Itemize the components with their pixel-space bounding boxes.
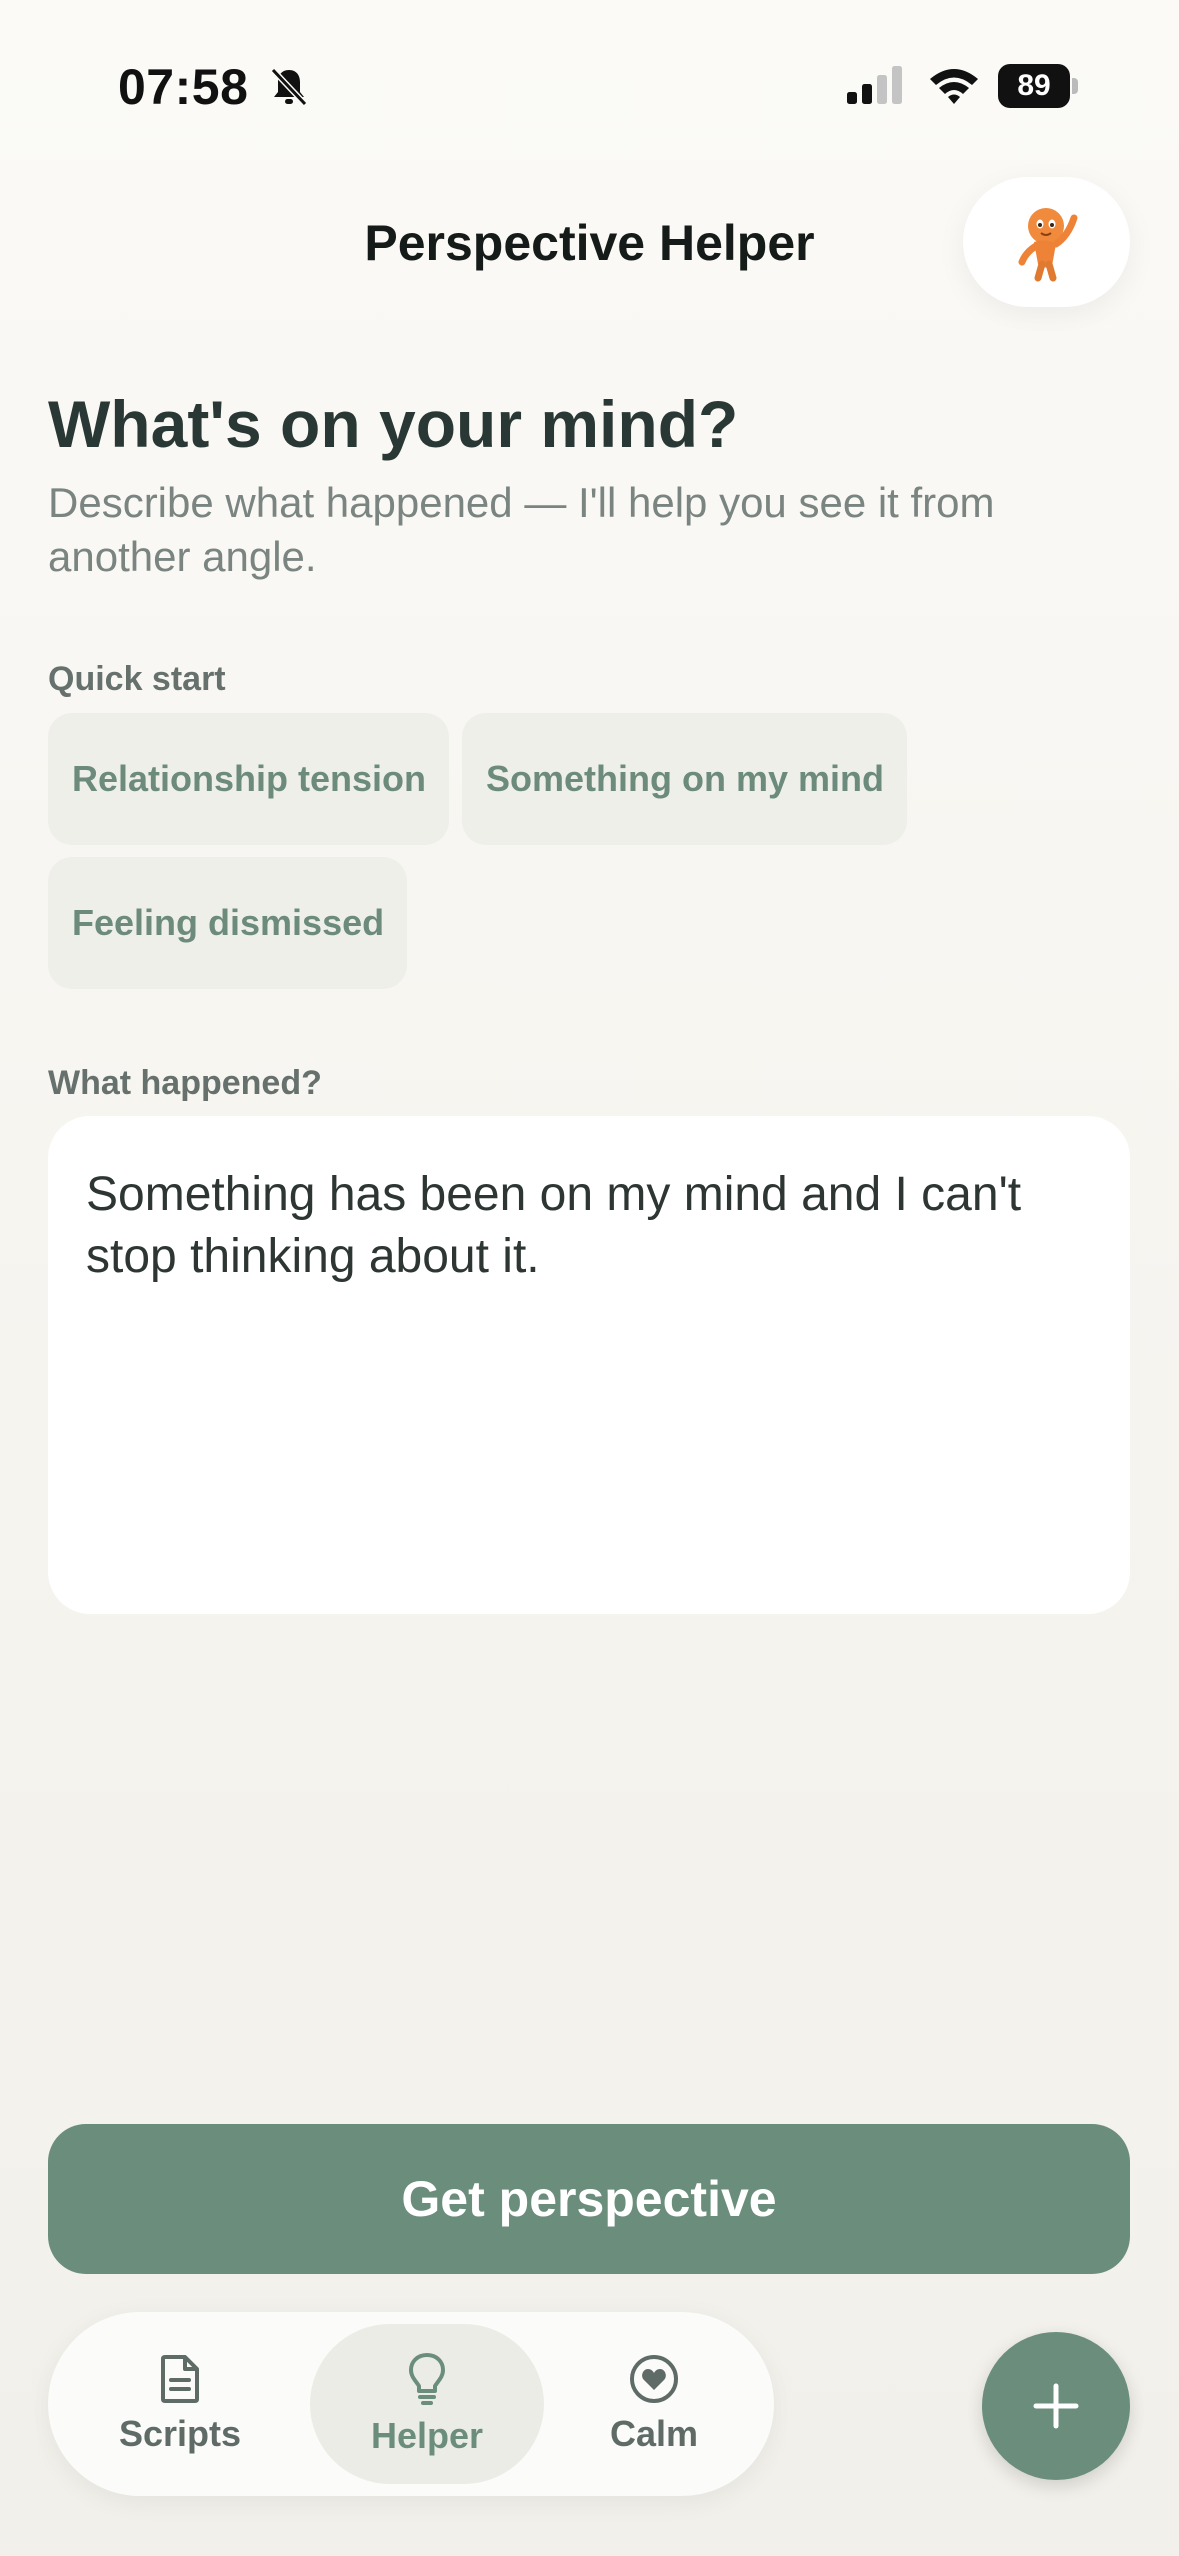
prompt-subtitle: Describe what happened — I'll help you s… (48, 479, 995, 580)
tab-calm-label: Calm (609, 2413, 699, 2454)
heart-circle-icon (630, 2355, 678, 2403)
status-time: 07:58 (118, 59, 249, 115)
mascot-button[interactable] (963, 177, 1130, 307)
tab-helper[interactable]: Helper (310, 2324, 544, 2484)
document-icon (161, 2355, 199, 2403)
wifi-icon (930, 69, 978, 104)
tab-scripts-label: Scripts (118, 2413, 242, 2454)
chip-relationship-tension[interactable]: Relationship tension (48, 713, 449, 845)
quick-start-label: Quick start (48, 660, 226, 698)
what-happened-textarea[interactable]: Something has been on my mind and I can'… (48, 1116, 1130, 1614)
signal-icon (847, 66, 902, 104)
prompt-heading: What's on your mind? (48, 387, 739, 461)
tab-bar: Scripts Helper Calm (48, 2312, 774, 2496)
plus-icon (1033, 2383, 1079, 2429)
get-perspective-button[interactable]: Get perspective (48, 2124, 1130, 2274)
tab-calm[interactable]: Calm (566, 2324, 742, 2484)
add-button[interactable] (982, 2332, 1130, 2480)
chip-feeling-dismissed[interactable]: Feeling dismissed (48, 857, 407, 989)
battery-icon: 89 (998, 64, 1080, 108)
tab-scripts[interactable]: Scripts (88, 2324, 272, 2484)
battery-cap (1072, 78, 1078, 94)
what-happened-label: What happened? (48, 1064, 322, 1102)
lightbulb-icon (409, 2353, 445, 2405)
battery-level: 89 (998, 64, 1070, 108)
tab-helper-label: Helper (370, 2415, 484, 2456)
chip-something-on-my-mind[interactable]: Something on my mind (462, 713, 907, 845)
bell-slash-icon (270, 67, 308, 107)
mascot-avatar-icon (1018, 208, 1077, 282)
